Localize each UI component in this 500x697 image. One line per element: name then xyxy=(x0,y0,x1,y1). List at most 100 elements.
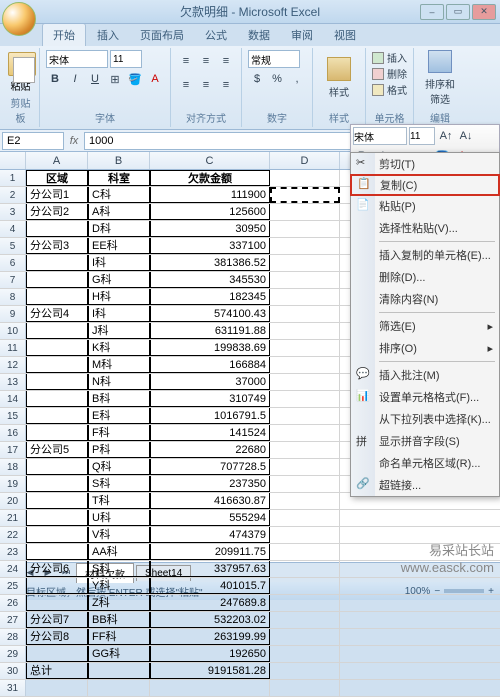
cell[interactable] xyxy=(26,595,88,611)
cell[interactable] xyxy=(26,255,88,271)
cell[interactable]: M科 xyxy=(88,357,150,373)
cell[interactable] xyxy=(270,187,340,203)
row-header[interactable]: 5 xyxy=(0,238,26,254)
font-size-select[interactable] xyxy=(110,50,142,68)
row-header[interactable]: 13 xyxy=(0,374,26,390)
maximize-button[interactable]: ▭ xyxy=(446,4,470,20)
row-header[interactable]: 27 xyxy=(0,612,26,628)
cell[interactable] xyxy=(270,306,340,322)
tab-home[interactable]: 开始 xyxy=(42,23,86,46)
currency-button[interactable]: $ xyxy=(248,70,266,88)
cell[interactable]: 37000 xyxy=(150,374,270,390)
cell[interactable] xyxy=(26,272,88,288)
cell[interactable] xyxy=(270,289,340,305)
cell[interactable]: 401015.7 xyxy=(150,578,270,594)
ctx-hyperlink[interactable]: 🔗超链接... xyxy=(351,474,499,496)
cell[interactable] xyxy=(270,612,340,628)
ctx-format-cells[interactable]: 📊设置单元格格式(F)... xyxy=(351,386,499,408)
cell[interactable] xyxy=(26,680,88,696)
cell[interactable] xyxy=(270,578,340,594)
row-header[interactable]: 30 xyxy=(0,663,26,679)
cell[interactable]: 111900 xyxy=(150,187,270,203)
ctx-paste-special[interactable]: 选择性粘贴(V)... xyxy=(351,217,499,239)
cell[interactable] xyxy=(270,561,340,577)
office-button[interactable] xyxy=(2,2,36,36)
cell[interactable]: Z科 xyxy=(88,595,150,611)
align-right[interactable]: ≡ xyxy=(217,76,235,94)
cell[interactable] xyxy=(270,476,340,492)
cell[interactable]: V科 xyxy=(88,527,150,543)
name-box[interactable] xyxy=(2,132,64,150)
cell[interactable]: D科 xyxy=(88,221,150,237)
row-header[interactable]: 22 xyxy=(0,527,26,543)
tab-layout[interactable]: 页面布局 xyxy=(130,24,194,46)
cell[interactable]: B科 xyxy=(88,391,150,407)
cell[interactable] xyxy=(26,289,88,305)
cell[interactable]: J科 xyxy=(88,323,150,339)
cell[interactable] xyxy=(26,340,88,356)
align-center[interactable]: ≡ xyxy=(197,76,215,94)
comma-button[interactable]: , xyxy=(288,70,306,88)
cell[interactable] xyxy=(26,374,88,390)
cell[interactable]: N科 xyxy=(88,374,150,390)
cell[interactable] xyxy=(270,595,340,611)
cell[interactable]: C科 xyxy=(88,187,150,203)
cell[interactable]: 141524 xyxy=(150,425,270,441)
ctx-copy[interactable]: 📋复制(C) xyxy=(350,174,500,196)
ctx-comment[interactable]: 💬插入批注(M) xyxy=(351,364,499,386)
mini-shrink-font[interactable]: A↓ xyxy=(457,127,475,145)
cell[interactable]: 30950 xyxy=(150,221,270,237)
cell[interactable]: 574100.43 xyxy=(150,306,270,322)
cell[interactable]: K科 xyxy=(88,340,150,356)
select-all-corner[interactable] xyxy=(0,152,26,169)
cell[interactable] xyxy=(270,544,340,560)
cell[interactable] xyxy=(26,408,88,424)
cell[interactable]: U科 xyxy=(88,510,150,526)
font-family-select[interactable] xyxy=(46,50,108,68)
cell[interactable]: BB科 xyxy=(88,612,150,628)
cell[interactable] xyxy=(270,459,340,475)
col-header-C[interactable]: C xyxy=(150,152,270,169)
font-color-button[interactable]: A xyxy=(146,70,164,88)
col-header-B[interactable]: B xyxy=(88,152,150,169)
cell[interactable]: 总计 xyxy=(26,663,88,679)
percent-button[interactable]: % xyxy=(268,70,286,88)
minimize-button[interactable]: – xyxy=(420,4,444,20)
ctx-delete[interactable]: 删除(D)... xyxy=(351,266,499,288)
cell[interactable]: E科 xyxy=(88,408,150,424)
cell[interactable]: 分公司7 xyxy=(26,612,88,628)
row-header[interactable]: 10 xyxy=(0,323,26,339)
cell[interactable] xyxy=(26,646,88,662)
row-header[interactable]: 16 xyxy=(0,425,26,441)
mini-font-size[interactable] xyxy=(409,127,435,145)
row-header[interactable]: 11 xyxy=(0,340,26,356)
cell[interactable]: 分公司6 xyxy=(26,561,88,577)
cell[interactable]: 707728.5 xyxy=(150,459,270,475)
ctx-clear[interactable]: 清除内容(N) xyxy=(351,288,499,310)
cell[interactable]: 532203.02 xyxy=(150,612,270,628)
cell[interactable] xyxy=(270,663,340,679)
cell[interactable]: 474379 xyxy=(150,527,270,543)
cell[interactable] xyxy=(270,204,340,220)
cell[interactable] xyxy=(88,663,150,679)
row-header[interactable]: 31 xyxy=(0,680,26,696)
cell[interactable]: GG科 xyxy=(88,646,150,662)
cell[interactable] xyxy=(270,374,340,390)
tab-formula[interactable]: 公式 xyxy=(195,24,237,46)
cell[interactable]: 166884 xyxy=(150,357,270,373)
row-header[interactable]: 29 xyxy=(0,646,26,662)
fill-color-button[interactable]: 🪣 xyxy=(126,70,144,88)
row-header[interactable]: 26 xyxy=(0,595,26,611)
cell[interactable]: S科 xyxy=(88,561,150,577)
cell[interactable]: 555294 xyxy=(150,510,270,526)
cell[interactable]: Y科 xyxy=(88,578,150,594)
tab-data[interactable]: 数据 xyxy=(238,24,280,46)
row-header[interactable]: 1 xyxy=(0,170,26,186)
cell[interactable]: 分公司5 xyxy=(26,442,88,458)
row-header[interactable]: 4 xyxy=(0,221,26,237)
cell[interactable] xyxy=(26,527,88,543)
cell[interactable]: AA科 xyxy=(88,544,150,560)
cell[interactable]: FF科 xyxy=(88,629,150,645)
cell[interactable]: I科 xyxy=(88,255,150,271)
cell[interactable]: 125600 xyxy=(150,204,270,220)
